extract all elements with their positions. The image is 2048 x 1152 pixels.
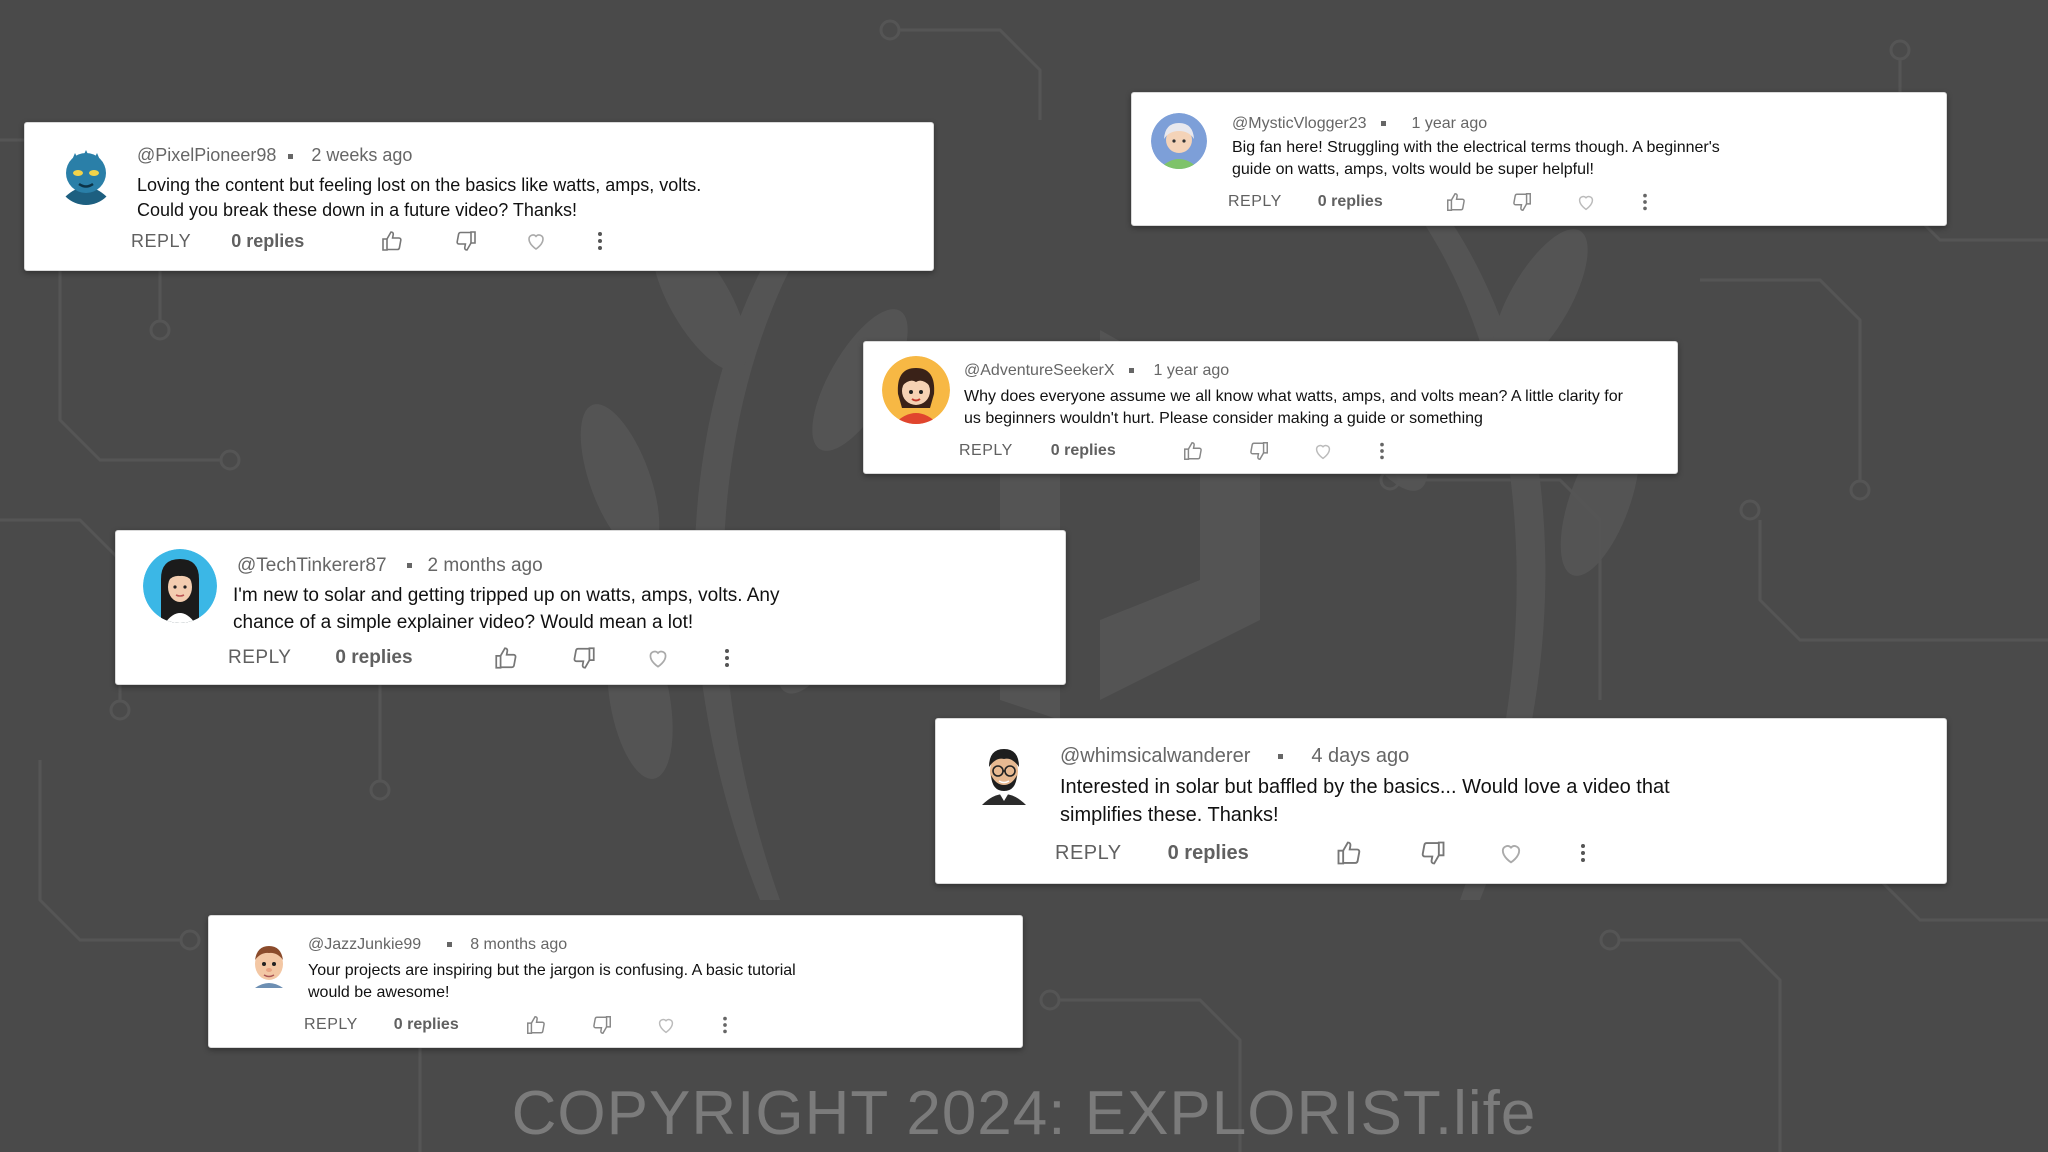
thumbs-down-icon[interactable] — [1248, 440, 1270, 462]
thumbs-up-icon[interactable] — [1182, 440, 1204, 462]
reply-button[interactable]: REPLY — [1055, 842, 1122, 865]
comment-line: simplifies these. Thanks! — [1060, 804, 1279, 826]
comment-line: I'm new to solar and getting tripped up … — [233, 585, 780, 606]
comment-line: Your projects are inspiring but the jarg… — [308, 962, 796, 979]
separator-dot — [1278, 754, 1284, 760]
comment-timestamp[interactable]: 1 year ago — [1154, 362, 1230, 379]
comment-line: Interested in solar but baffled by the b… — [1060, 776, 1670, 798]
reply-button[interactable]: REPLY — [959, 442, 1013, 460]
replies-count-button[interactable]: 0 replies — [1318, 193, 1383, 211]
comment-timestamp[interactable]: 1 year ago — [1412, 115, 1488, 132]
comment-text: Your projects are inspiring but the jarg… — [308, 960, 796, 1005]
comment-actions: REPLY 0 replies — [1055, 839, 1587, 867]
more-vert-icon[interactable] — [723, 645, 731, 671]
comment-timestamp[interactable]: 8 months ago — [470, 936, 567, 953]
more-vert-icon[interactable] — [1579, 839, 1587, 867]
comment-line: chance of a simple explainer video? Woul… — [233, 611, 694, 633]
comment-meta: @MysticVlogger23 1 year ago — [1232, 115, 1487, 133]
avatar[interactable] — [143, 549, 217, 623]
comment-card-whimsicalwanderer: @whimsicalwanderer 4 days ago Interested … — [935, 718, 1947, 884]
comment-line: would be awesome! — [308, 984, 450, 1002]
avatar[interactable] — [882, 356, 950, 424]
separator-dot — [288, 153, 294, 159]
replies-count-button[interactable]: 0 replies — [1168, 842, 1249, 865]
comment-meta: @AdventureSeekerX 1 year ago — [964, 362, 1229, 380]
reply-button[interactable]: REPLY — [228, 647, 291, 669]
copyright-watermark: COPYRIGHT 2024: EXPLORIST.life — [511, 1079, 1537, 1148]
comment-author[interactable]: @TechTinkerer87 — [237, 555, 387, 576]
reply-button[interactable]: REPLY — [1228, 193, 1282, 211]
separator-dot — [447, 942, 453, 948]
thumbs-down-icon[interactable] — [1419, 839, 1447, 867]
replies-count-button[interactable]: 0 replies — [394, 1016, 459, 1034]
thumbs-up-icon[interactable] — [1335, 839, 1363, 867]
thumbs-up-icon[interactable] — [493, 645, 519, 671]
comment-author[interactable]: @PixelPioneer98 — [137, 145, 276, 165]
more-vert-icon[interactable] — [596, 229, 604, 253]
comment-actions: REPLY 0 replies — [304, 1014, 729, 1036]
reply-button[interactable]: REPLY — [131, 231, 191, 252]
thumbs-up-icon[interactable] — [525, 1014, 547, 1036]
comment-timestamp[interactable]: 4 days ago — [1311, 745, 1409, 767]
replies-count-button[interactable]: 0 replies — [231, 231, 304, 252]
comment-card-adventureseekerx: @AdventureSeekerX 1 year ago Why does eve… — [863, 341, 1678, 474]
comment-timestamp[interactable]: 2 months ago — [428, 555, 543, 576]
comment-text: I'm new to solar and getting tripped up … — [233, 583, 779, 636]
comment-line: us beginners wouldn't hurt. Please consi… — [964, 410, 1483, 428]
comment-actions: REPLY 0 replies — [131, 229, 604, 253]
avatar[interactable] — [1151, 113, 1207, 169]
comment-author[interactable]: @MysticVlogger23 — [1232, 115, 1367, 132]
thumbs-down-icon[interactable] — [454, 229, 478, 253]
comment-line: Big fan here! Struggling with the electr… — [1232, 139, 1720, 156]
separator-dot — [406, 563, 412, 569]
comment-line: Loving the content but feeling lost on t… — [137, 175, 702, 195]
comment-actions: REPLY 0 replies — [959, 440, 1386, 462]
comment-line: Why does everyone assume we all know wha… — [964, 388, 1623, 405]
heart-icon[interactable] — [655, 1014, 677, 1036]
comment-card-pixelpioneer98: @PixelPioneer98 2 weeks ago Loving the co… — [24, 122, 934, 271]
heart-icon[interactable] — [1312, 440, 1334, 462]
comment-meta: @TechTinkerer87 2 months ago — [237, 555, 543, 577]
comment-card-techtinkerer87: @TechTinkerer87 2 months ago I'm new to s… — [115, 530, 1066, 685]
thumbs-down-icon[interactable] — [571, 645, 597, 671]
thumbs-up-icon[interactable] — [380, 229, 404, 253]
more-vert-icon[interactable] — [1378, 440, 1386, 462]
comment-text: Interested in solar but baffled by the b… — [1060, 773, 1670, 829]
heart-icon[interactable] — [1497, 839, 1525, 867]
more-vert-icon[interactable] — [721, 1014, 729, 1036]
comment-card-jazzjunkie99: @JazzJunkie99 8 months ago Your projects … — [208, 915, 1023, 1048]
comment-meta: @PixelPioneer98 2 weeks ago — [137, 145, 412, 166]
comment-text: Why does everyone assume we all know wha… — [964, 386, 1623, 431]
comment-text: Loving the content but feeling lost on t… — [137, 173, 701, 223]
heart-icon[interactable] — [1575, 191, 1597, 213]
heart-icon[interactable] — [645, 645, 671, 671]
avatar[interactable] — [972, 741, 1036, 805]
comment-author[interactable]: @whimsicalwanderer — [1060, 745, 1250, 767]
replies-count-button[interactable]: 0 replies — [1051, 442, 1116, 460]
comment-author[interactable]: @JazzJunkie99 — [308, 936, 421, 953]
avatar[interactable] — [245, 940, 293, 988]
more-vert-icon[interactable] — [1641, 191, 1649, 213]
thumbs-down-icon[interactable] — [591, 1014, 613, 1036]
comment-author[interactable]: @AdventureSeekerX — [964, 362, 1115, 379]
comment-timestamp[interactable]: 2 weeks ago — [311, 145, 412, 165]
thumbs-down-icon[interactable] — [1511, 191, 1533, 213]
comment-line: guide on watts, amps, volts would be sup… — [1232, 161, 1594, 179]
comment-text: Big fan here! Struggling with the electr… — [1232, 137, 1720, 182]
comment-actions: REPLY 0 replies — [1228, 191, 1649, 213]
replies-count-button[interactable]: 0 replies — [335, 647, 412, 669]
comment-meta: @whimsicalwanderer 4 days ago — [1060, 745, 1409, 768]
comment-meta: @JazzJunkie99 8 months ago — [308, 936, 567, 954]
separator-dot — [1128, 368, 1134, 374]
comment-card-mysticvlogger23: @MysticVlogger23 1 year ago Big fan here!… — [1131, 92, 1947, 226]
comment-line: Could you break these down in a future v… — [137, 200, 577, 221]
comment-actions: REPLY 0 replies — [228, 645, 731, 671]
thumbs-up-icon[interactable] — [1445, 191, 1467, 213]
separator-dot — [1380, 121, 1386, 127]
avatar[interactable] — [57, 147, 115, 205]
heart-icon[interactable] — [524, 229, 548, 253]
reply-button[interactable]: REPLY — [304, 1016, 358, 1034]
